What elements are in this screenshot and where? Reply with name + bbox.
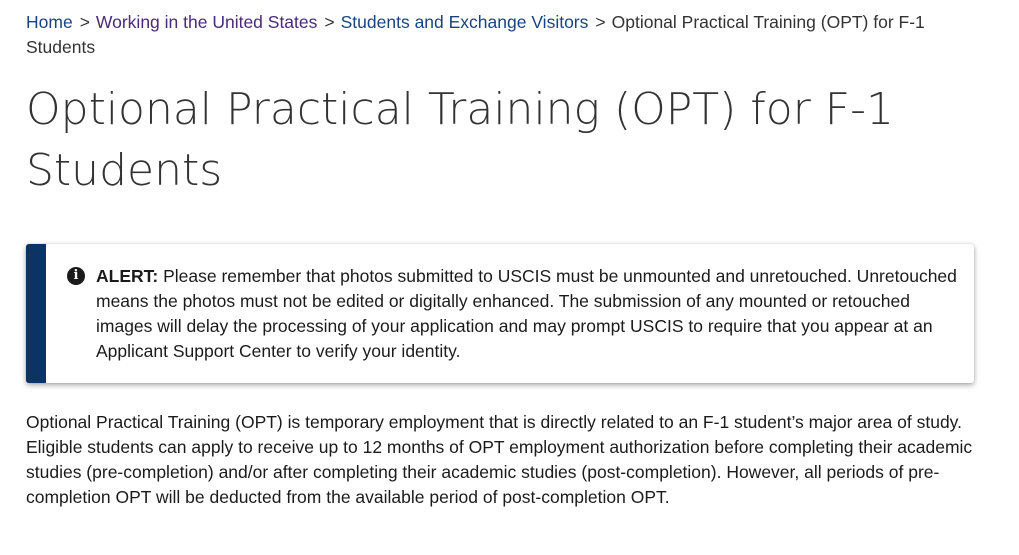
breadcrumb-link-home[interactable]: Home xyxy=(26,12,73,32)
alert-label: ALERT: xyxy=(96,266,159,286)
breadcrumb-separator: > xyxy=(79,12,90,32)
breadcrumb-separator: > xyxy=(595,12,606,32)
alert-message: ALERT: Please remember that photos submi… xyxy=(96,264,966,364)
alert-box: i ALERT: Please remember that photos sub… xyxy=(26,244,974,383)
info-icon: i xyxy=(67,267,85,285)
intro-paragraph: Optional Practical Training (OPT) is tem… xyxy=(26,412,973,507)
alert-body-text: Please remember that photos submitted to… xyxy=(96,266,957,361)
breadcrumb-link-students-exchange[interactable]: Students and Exchange Visitors xyxy=(341,12,589,32)
breadcrumb: Home > Working in the United States > Studen… xyxy=(26,10,986,60)
breadcrumb-link-working-in-us[interactable]: Working in the United States xyxy=(96,12,317,32)
page-title: Optional Practical Training (OPT) for F-… xyxy=(26,84,894,196)
breadcrumb-separator: > xyxy=(324,12,335,32)
main-content: Home > Working in the United States > Studen… xyxy=(26,0,986,507)
